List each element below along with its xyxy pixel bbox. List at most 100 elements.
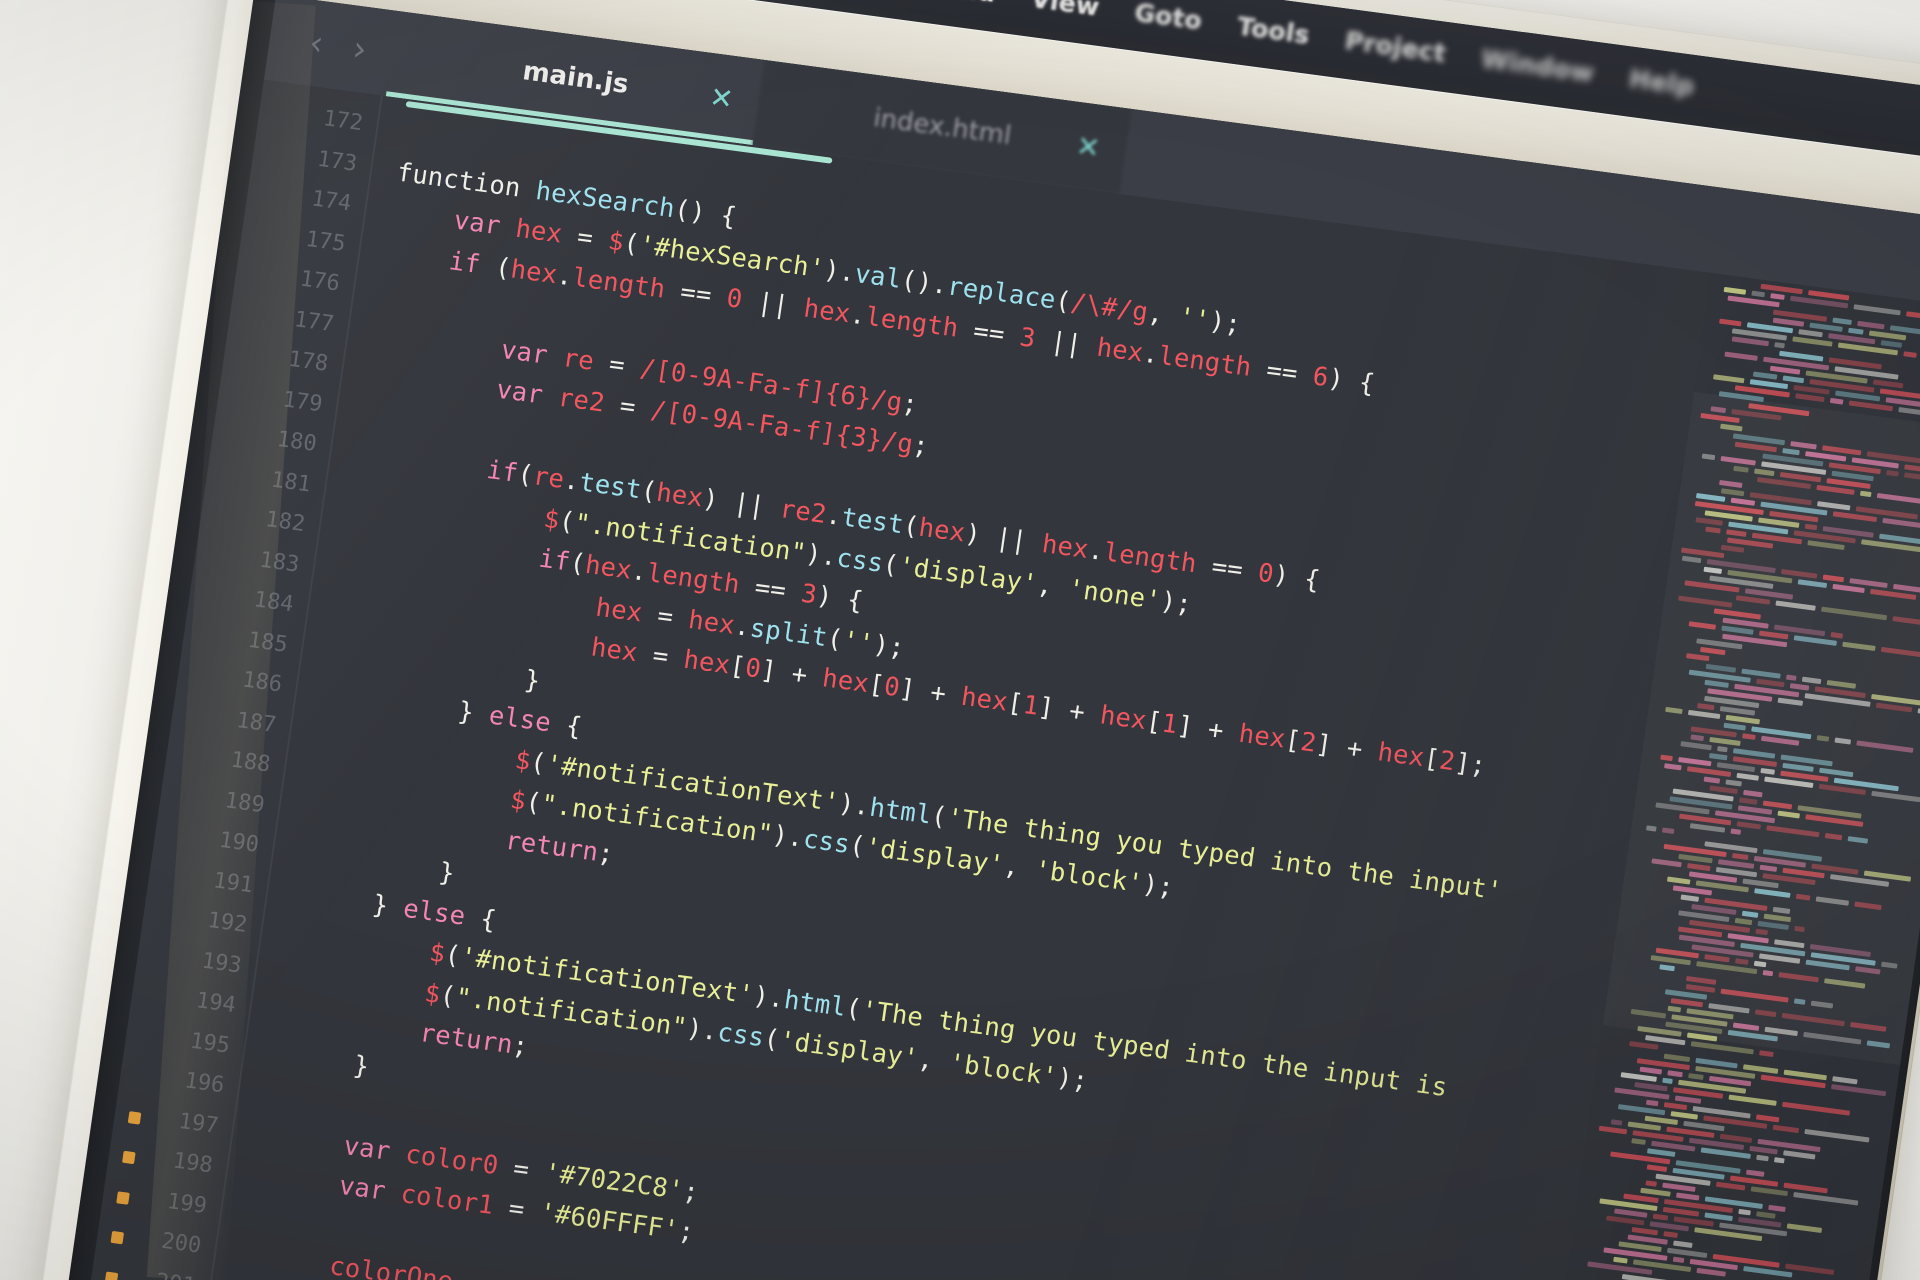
line-number: 176: [298, 266, 342, 297]
minimap-line: [1853, 304, 1901, 316]
minimap-line: [1639, 1066, 1663, 1075]
minimap-line: [1715, 1181, 1746, 1191]
line-number: 178: [286, 346, 330, 377]
minimap-line: [1770, 293, 1785, 300]
minimap-line: [1598, 1125, 1628, 1135]
minimap-line: [1782, 375, 1805, 384]
minimap-line: [1749, 1145, 1778, 1155]
minimap-line: [1768, 1204, 1786, 1213]
code-line: colorOne = color0;: [327, 1251, 594, 1280]
minimap-line: [1751, 290, 1765, 298]
tab-label: index.html: [871, 103, 1014, 152]
screenshot-stage: Sublime Text File Edit Selection Find Vi…: [0, 0, 1920, 1280]
menu-item-goto[interactable]: Goto: [1115, 0, 1222, 37]
code-line: }: [437, 857, 457, 889]
minimap-line: [1610, 1119, 1623, 1126]
minimap-line: [1663, 1231, 1678, 1238]
minimap-line: [1756, 1154, 1769, 1162]
minimap-line: [1745, 1169, 1765, 1177]
minimap-line: [1793, 1192, 1859, 1206]
minimap-line: [1783, 1182, 1828, 1194]
minimap-line: [1704, 1212, 1733, 1222]
modified-line-marker: [127, 1110, 142, 1125]
minimap-line: [1646, 1148, 1676, 1157]
modified-line-marker: [110, 1230, 125, 1245]
minimap-line: [1786, 1223, 1823, 1233]
minimap-line: [1696, 1267, 1726, 1277]
laptop-screen: Sublime Text File Edit Selection Find Vi…: [48, 0, 1920, 1280]
minimap-line: [1752, 371, 1778, 380]
menu-item-tools[interactable]: Tools: [1218, 9, 1330, 52]
minimap-line: [1663, 1102, 1688, 1111]
minimap-line: [1621, 1274, 1669, 1280]
minimap-line: [1719, 318, 1742, 327]
minimap-line: [1617, 1104, 1666, 1116]
minimap-line: [1857, 320, 1885, 330]
minimap-line: [1613, 1256, 1628, 1264]
minimap-line: [1728, 1094, 1777, 1106]
modified-line-marker: [104, 1271, 119, 1280]
minimap-line: [1872, 379, 1904, 389]
minimap-line: [1848, 327, 1864, 335]
line-number: 172: [321, 106, 365, 137]
menu-item-find[interactable]: Find: [914, 0, 1015, 10]
minimap-line: [1631, 1226, 1659, 1236]
minimap-line: [1673, 1240, 1693, 1249]
minimap-line: [1760, 283, 1803, 295]
minimap-line: [1723, 286, 1747, 295]
modified-line-marker: [116, 1190, 130, 1205]
minimap-line: [1795, 393, 1825, 403]
minimap-line: [1688, 1073, 1704, 1081]
line-number: 174: [309, 186, 353, 217]
minimap-line: [1738, 1208, 1751, 1216]
minimap-line: [1724, 351, 1758, 361]
minimap-line: [1903, 351, 1917, 358]
menu-item-view[interactable]: View: [1012, 0, 1120, 24]
minimap-line: [1774, 1157, 1785, 1164]
minimap-line: [1756, 1211, 1776, 1219]
minimap-line: [1832, 317, 1852, 326]
minimap-line: [1898, 407, 1920, 420]
minimap-line: [1792, 336, 1833, 347]
line-number: 175: [304, 226, 348, 257]
minimap-line: [1667, 1070, 1683, 1078]
minimap-line: [1880, 340, 1903, 348]
minimap-line: [1798, 329, 1823, 338]
minimap-line: [1663, 1053, 1691, 1063]
minimap-line: [1692, 1105, 1751, 1119]
minimap-line: [1831, 1084, 1887, 1097]
minimap-line: [1645, 1180, 1658, 1187]
minimap-line: [1906, 311, 1920, 325]
minimap-line: [1829, 397, 1844, 405]
minimap-line: [1783, 1150, 1816, 1160]
minimap-line: [1675, 1192, 1700, 1201]
minimap-line: [1631, 1138, 1646, 1145]
minimap-line: [1662, 1077, 1673, 1084]
minimap-line: [1759, 1050, 1774, 1058]
minimap-line: [1804, 1128, 1870, 1143]
menu-item-window[interactable]: Window: [1462, 41, 1614, 89]
minimap-line: [1755, 1114, 1780, 1123]
minimap-line: [1646, 1164, 1668, 1172]
minimap-line: [1670, 1111, 1699, 1120]
minimap-line: [1774, 342, 1785, 349]
minimap-line: [1640, 1187, 1671, 1197]
minimap-line: [1605, 1215, 1645, 1226]
minimap-line: [1645, 1099, 1659, 1107]
minimap-line: [1731, 336, 1770, 347]
tab-close-icon[interactable]: ✕: [708, 80, 736, 116]
minimap-line: [1713, 374, 1745, 384]
minimap-line: [1652, 1213, 1669, 1221]
line-number: 177: [292, 306, 336, 337]
minimap-line: [1629, 1040, 1659, 1050]
minimap-line: [1769, 365, 1801, 375]
menu-item-help[interactable]: Help: [1610, 61, 1714, 103]
minimap-line: [1620, 1072, 1657, 1082]
tab-close-icon[interactable]: ✕: [1074, 129, 1102, 165]
tab-label: main.js: [520, 56, 631, 101]
code-line: }: [351, 1050, 372, 1082]
nav-next-icon[interactable]: ›: [350, 29, 369, 70]
minimap-line: [1750, 1186, 1789, 1197]
menu-item-project[interactable]: Project: [1325, 23, 1465, 70]
line-number: 173: [315, 146, 359, 177]
